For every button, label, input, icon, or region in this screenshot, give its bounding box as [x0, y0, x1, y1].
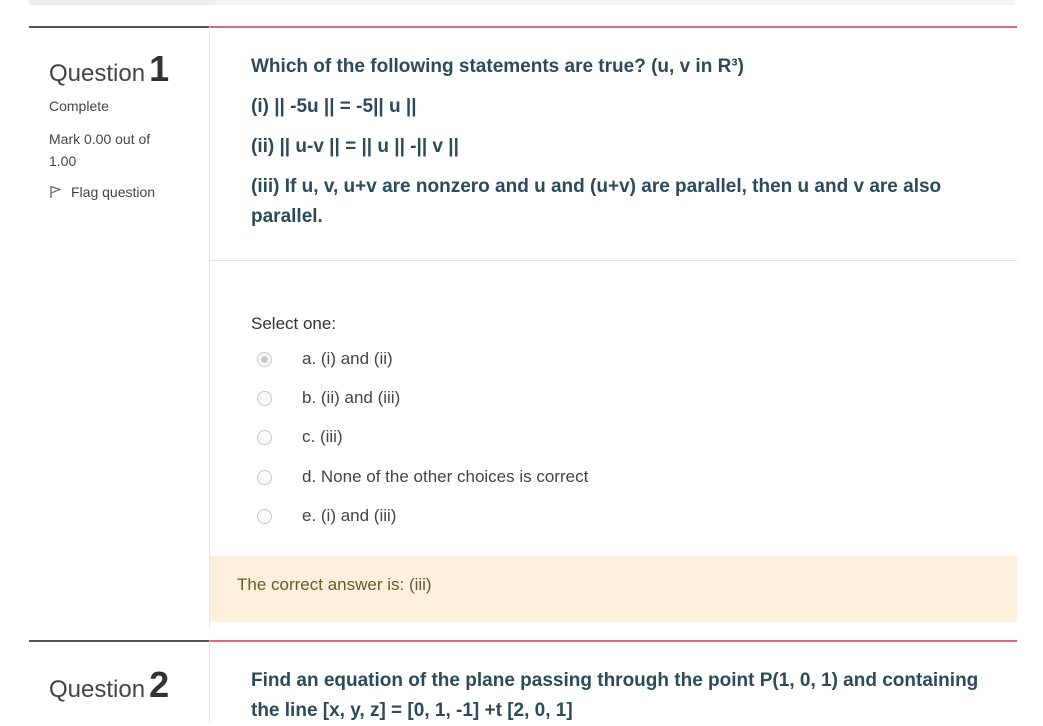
question-number: Question 1 — [49, 48, 169, 90]
correct-answer-feedback: The correct answer is: (iii) — [210, 556, 1017, 622]
question-text-line-4: (iii) If u, v, u+v are nonzero and u and… — [251, 176, 942, 227]
question-text-line-1: Find an equation of the plane passing th… — [251, 670, 979, 721]
question-number-value: 2 — [149, 664, 170, 705]
question-number: Question 2 — [49, 664, 169, 706]
answer-option-e[interactable]: e. (i) and (iii) — [251, 501, 651, 531]
answer-option-c[interactable]: c. (iii) — [251, 422, 651, 452]
radio-button-e[interactable] — [257, 508, 272, 524]
question-text-line-3: (ii) || u-v || = || u || -|| v || — [251, 136, 459, 157]
radio-button-c[interactable] — [257, 429, 272, 445]
previous-question-content-edge — [215, 0, 1015, 5]
answer-option-d[interactable]: d. None of the other choices is correct — [251, 462, 651, 492]
flag-question-button[interactable]: Flag question — [49, 184, 155, 200]
question-info-panel: Question 1 Complete Mark 0.00 out of 1.00… — [29, 26, 209, 628]
answer-option-label: a. (i) and (ii) — [302, 349, 393, 368]
radio-button-b[interactable] — [257, 390, 272, 406]
content-divider — [210, 260, 1017, 261]
answer-option-label: b. (ii) and (iii) — [302, 388, 401, 407]
answer-option-a[interactable]: a. (i) and (ii) — [251, 344, 651, 374]
question-state: Complete — [49, 98, 109, 114]
question-grade: Mark 0.00 out of 1.00 — [49, 131, 151, 169]
question-text-line-2: (i) || -5u || = -5|| u || — [251, 96, 417, 117]
answer-option-label: c. (iii) — [302, 427, 343, 446]
question-1: Question 1 Complete Mark 0.00 out of 1.00… — [29, 26, 1017, 628]
flag-icon — [50, 185, 61, 198]
answer-option-b[interactable]: b. (ii) and (iii) — [251, 383, 651, 413]
flag-question-label: Flag question — [71, 184, 156, 200]
answer-option-label: d. None of the other choices is correct — [302, 467, 589, 486]
question-content: Which of the following statements are tr… — [209, 26, 1017, 628]
correct-answer-text: The correct answer is: (iii) — [237, 575, 432, 594]
question-text-line-1: Which of the following statements are tr… — [251, 56, 744, 77]
question-label: Question — [49, 60, 146, 87]
question-label: Question — [49, 676, 146, 703]
select-one-prompt: Select one: — [251, 314, 337, 333]
radio-button-d[interactable] — [257, 469, 272, 485]
question-info-panel: Question 2 — [29, 640, 209, 722]
answer-option-label: e. (i) and (iii) — [302, 506, 397, 525]
question-content: Find an equation of the plane passing th… — [209, 640, 1017, 722]
question-number-value: 1 — [149, 48, 170, 89]
previous-question-info-edge — [29, 0, 215, 5]
radio-button-a[interactable] — [257, 351, 272, 367]
question-2: Question 2 Find an equation of the plane … — [29, 640, 1017, 722]
